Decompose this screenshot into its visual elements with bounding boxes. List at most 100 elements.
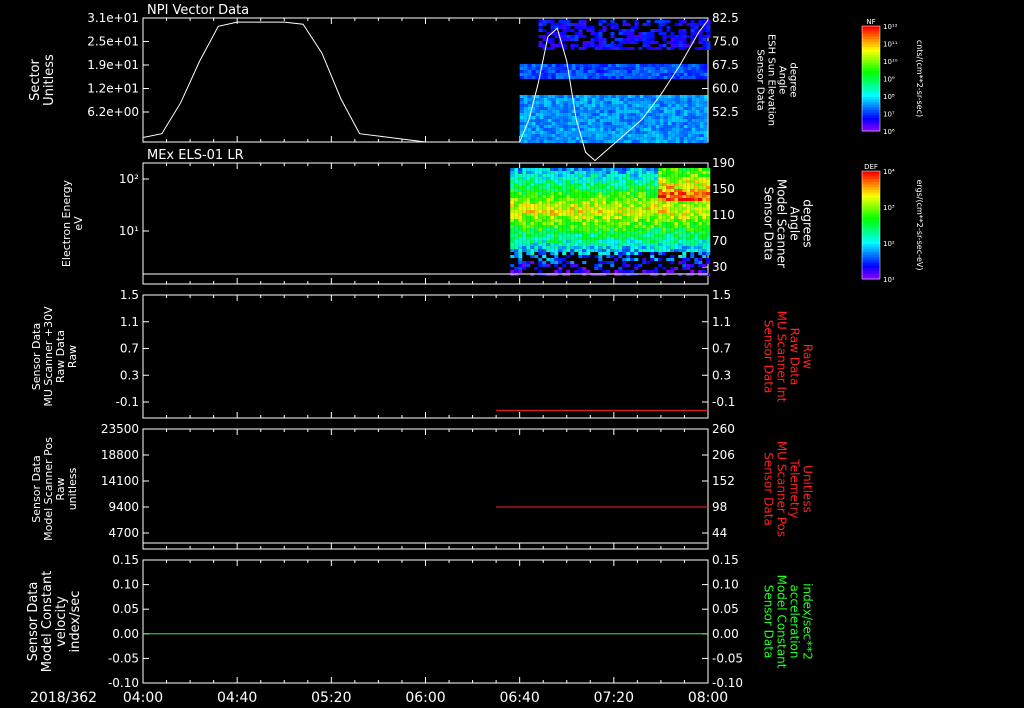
spectrogram-cell <box>598 174 603 177</box>
spectrogram-cell <box>599 110 604 113</box>
spectrogram-cell <box>630 213 635 216</box>
spectrogram-cell <box>551 73 556 76</box>
spectrogram-cell <box>579 67 584 70</box>
spectrogram-cell <box>695 131 700 134</box>
spectrogram-cell <box>526 195 531 198</box>
spectrogram-cell <box>559 110 564 113</box>
spectrogram-cell <box>678 207 683 210</box>
spectrogram-cell <box>510 237 515 240</box>
spectrogram-cell <box>559 67 564 70</box>
x-tick-label: 08:00 <box>688 690 728 706</box>
spectrogram-cell <box>514 180 519 183</box>
spectrogram-cell <box>598 41 603 44</box>
spectrogram-cell <box>626 174 631 177</box>
spectrogram-cell <box>574 192 579 195</box>
spectrogram-cell <box>627 116 632 119</box>
spectrogram-cell <box>555 131 560 134</box>
spectrogram-cell <box>659 73 664 76</box>
spectrogram-cell <box>531 119 536 122</box>
spectrogram-cell <box>690 174 695 177</box>
spectrogram-cell <box>626 189 631 192</box>
spectrogram-cell <box>614 234 619 237</box>
spectrogram-cell <box>555 110 560 113</box>
spectrogram-cell <box>554 186 559 189</box>
spectrogram-cell <box>554 234 559 237</box>
spectrogram-cell <box>542 207 547 210</box>
spectrogram-cell <box>554 252 559 255</box>
spectrogram-cell <box>542 183 547 186</box>
spectrogram-cell <box>694 186 699 189</box>
spectrogram-cell <box>554 177 559 180</box>
spectrogram-cell <box>670 44 675 47</box>
spectrogram-cell <box>570 174 575 177</box>
spectrogram-cell <box>554 210 559 213</box>
spectrogram-cell <box>639 98 644 101</box>
spectrogram-cell <box>578 32 583 35</box>
spectrogram-cell <box>566 168 571 171</box>
spectrogram-cell <box>598 195 603 198</box>
spectrogram-cell <box>623 104 628 107</box>
spectrogram-cell <box>659 110 664 113</box>
spectrogram-cell <box>686 258 691 261</box>
spectrogram-cell <box>603 137 608 140</box>
spectrogram-cell <box>670 219 675 222</box>
spectrogram-cell <box>699 67 704 70</box>
spectrogram-cell <box>698 249 703 252</box>
spectrogram-cell <box>695 116 700 119</box>
spectrogram-cell <box>639 134 644 137</box>
spectrogram-cell <box>558 270 563 273</box>
spectrogram-cell <box>686 264 691 267</box>
spectrogram-cell <box>582 270 587 273</box>
spectrogram-cell <box>622 228 627 231</box>
spectrogram-cell <box>534 177 539 180</box>
spectrogram-cell <box>658 183 663 186</box>
spectrogram-cell <box>642 201 647 204</box>
spectrogram-cell <box>575 113 580 116</box>
spectrogram-cell <box>562 237 567 240</box>
spectrogram-cell <box>694 47 699 50</box>
spectrogram-cell <box>595 113 600 116</box>
spectrogram-cell <box>630 228 635 231</box>
spectrogram-cell <box>694 249 699 252</box>
spectrogram-cell <box>698 168 703 171</box>
spectrogram-cell <box>631 95 636 98</box>
spectrogram-cell <box>695 101 700 104</box>
spectrogram-cell <box>538 234 543 237</box>
spectrogram-cell <box>610 255 615 258</box>
spectrogram-cell <box>622 192 627 195</box>
spectrogram-cell <box>514 204 519 207</box>
spectrogram-cell <box>630 32 635 35</box>
spectrogram-cell <box>591 101 596 104</box>
spectrogram-cell <box>618 177 623 180</box>
spectrogram-cell <box>530 198 535 201</box>
spectrogram-cell <box>566 192 571 195</box>
spectrogram-cell <box>702 216 707 219</box>
spectrogram-cell <box>555 119 560 122</box>
spectrogram-cell <box>702 207 707 210</box>
spectrogram-cell <box>634 252 639 255</box>
spectrogram-cell <box>630 177 635 180</box>
spectrogram-cell <box>679 128 684 131</box>
spectrogram-cell <box>654 219 659 222</box>
spectrogram-cell <box>522 174 527 177</box>
spectrogram-cell <box>583 128 588 131</box>
spectrogram-cell <box>583 98 588 101</box>
spectrogram-cell <box>530 255 535 258</box>
spectrogram-cell <box>546 228 551 231</box>
spectrogram-cell <box>634 189 639 192</box>
spectrogram-cell <box>606 225 611 228</box>
spectrogram-cell <box>695 113 700 116</box>
spectrogram-cell <box>682 186 687 189</box>
spectrogram-cell <box>702 38 707 41</box>
spectrogram-cell <box>662 219 667 222</box>
spectrogram-cell <box>522 192 527 195</box>
spectrogram-cell <box>586 240 591 243</box>
spectrogram-cell <box>654 189 659 192</box>
left-tick-label: 2.5e+01 <box>87 35 139 49</box>
spectrogram-cell <box>690 237 695 240</box>
spectrogram-cell <box>582 237 587 240</box>
spectrogram-cell <box>607 119 612 122</box>
spectrogram-cell <box>590 240 595 243</box>
spectrogram-cell <box>698 198 703 201</box>
left-label-line: Sensor Data <box>26 582 41 662</box>
